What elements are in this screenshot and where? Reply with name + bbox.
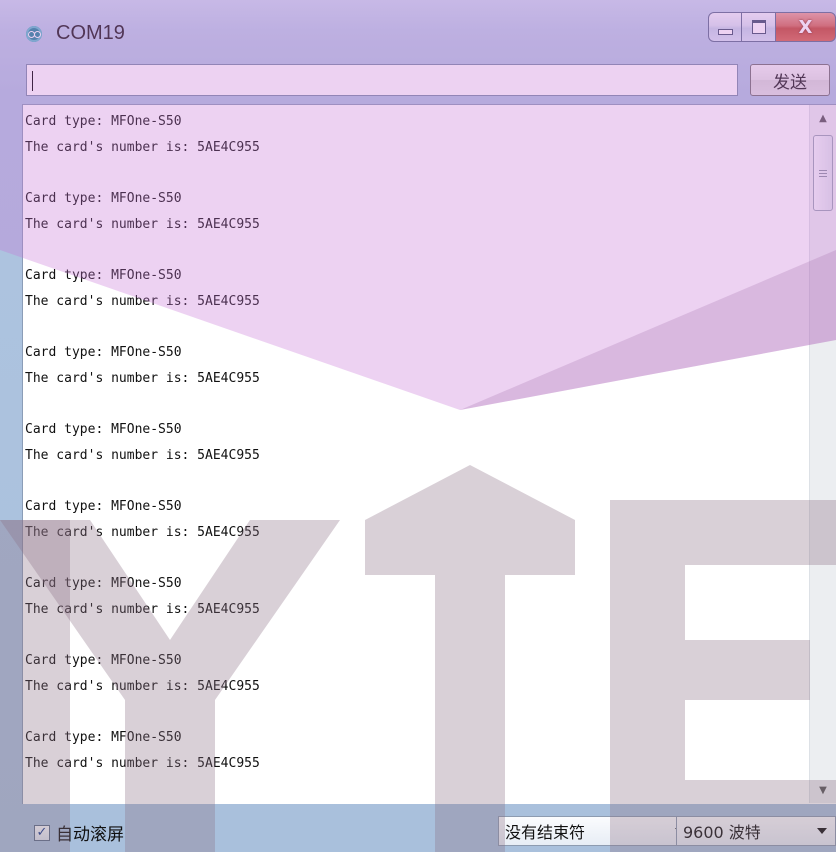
serial-output-text[interactable]: Card type: MFOne-S50 The card's number is… — [25, 109, 805, 799]
vertical-scrollbar[interactable]: ▲ ▼ — [809, 105, 836, 803]
caption-buttons: X — [708, 12, 836, 48]
line-ending-value: 没有结束符 — [505, 823, 586, 842]
output-blank-line — [25, 623, 805, 648]
output-line: The card's number is: 5AE4C955 — [25, 525, 260, 540]
window-title: COM19 — [56, 22, 125, 44]
baud-rate-value: 9600 波特 — [683, 823, 761, 842]
autoscroll-checkbox[interactable]: ✓ — [34, 824, 50, 841]
output-line: Card type: MFOne-S50 — [25, 114, 182, 129]
output-line: The card's number is: 5AE4C955 — [25, 140, 260, 155]
minimize-button[interactable] — [708, 12, 742, 42]
output-line: The card's number is: 5AE4C955 — [25, 217, 260, 232]
scroll-thumb[interactable] — [813, 135, 833, 211]
output-blank-line — [25, 161, 805, 186]
output-line: Card type: MFOne-S50 — [25, 191, 182, 206]
output-blank-line — [25, 546, 805, 571]
title-bar[interactable]: COM19 X — [0, 0, 836, 60]
serial-monitor-window: COM19 X 发送 Card type: MFOne-S50 The card'… — [0, 0, 836, 852]
maximize-button[interactable] — [742, 12, 776, 42]
output-blank-line — [25, 315, 805, 340]
output-line: The card's number is: 5AE4C955 — [25, 371, 260, 386]
minimize-icon — [717, 29, 733, 35]
output-line: Card type: MFOne-S50 — [25, 730, 182, 745]
output-line: The card's number is: 5AE4C955 — [25, 679, 260, 694]
scroll-up-arrow-icon[interactable]: ▲ — [810, 105, 836, 131]
text-caret — [32, 71, 33, 91]
output-line: The card's number is: 5AE4C955 — [25, 294, 260, 309]
close-button[interactable]: X — [776, 12, 836, 42]
close-icon: X — [798, 16, 813, 38]
output-line: Card type: MFOne-S50 — [25, 422, 182, 437]
output-line: The card's number is: 5AE4C955 — [25, 602, 260, 617]
send-button[interactable]: 发送 — [750, 64, 830, 96]
send-row: 发送 — [22, 62, 836, 100]
output-blank-line — [25, 238, 805, 263]
autoscroll-label: 自动滚屏 — [56, 825, 124, 845]
output-line: Card type: MFOne-S50 — [25, 345, 182, 360]
output-line: The card's number is: 5AE4C955 — [25, 756, 260, 771]
output-blank-line — [25, 700, 805, 725]
bottom-bar: ✓ 自动滚屏 没有结束符 9600 波特 — [22, 808, 836, 852]
output-blank-line — [25, 469, 805, 494]
grip-icon — [819, 169, 827, 177]
output-line: Card type: MFOne-S50 — [25, 499, 182, 514]
autoscroll-toggle[interactable]: ✓ 自动滚屏 — [34, 820, 124, 845]
baud-rate-select[interactable]: 9600 波特 — [676, 816, 836, 846]
line-ending-select[interactable]: 没有结束符 — [498, 816, 694, 846]
maximize-icon — [751, 20, 766, 34]
output-blank-line — [25, 392, 805, 417]
output-line: The card's number is: 5AE4C955 — [25, 448, 260, 463]
chevron-down-icon — [817, 828, 827, 834]
arduino-icon — [26, 26, 42, 42]
output-line: Card type: MFOne-S50 — [25, 576, 182, 591]
send-input[interactable] — [26, 64, 738, 96]
scroll-down-arrow-icon[interactable]: ▼ — [810, 777, 836, 803]
output-line: Card type: MFOne-S50 — [25, 268, 182, 283]
output-line: Card type: MFOne-S50 — [25, 653, 182, 668]
serial-output-pane[interactable]: Card type: MFOne-S50 The card's number is… — [22, 104, 836, 804]
